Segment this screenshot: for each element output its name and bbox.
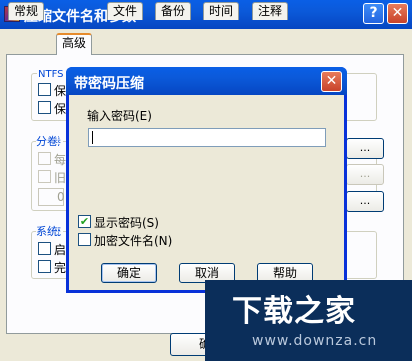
watermark-logo: 下载之家 [232,294,356,329]
tab-advanced[interactable]: 高级 [56,33,93,55]
volume-label-visible: 分卷 [36,133,58,149]
tab-general[interactable]: 常规 [8,2,45,20]
close-caption-button[interactable]: ✕ [387,3,408,24]
ntfs-option-checkbox-1[interactable] [38,83,51,96]
password-label: 输入密码(E) [87,109,152,123]
dialog-title: 带密码压缩 [74,76,144,92]
show-password-label: 显示密码(S) [94,216,159,230]
system-option-text-2: 完 [54,261,67,275]
tab-files[interactable]: 文件 [107,2,144,20]
system-option-text-1: 启 [54,243,67,257]
dialog-title-bar: 带密码压缩 ✕ [66,67,347,95]
text-caret [92,131,93,144]
system-option-checkbox-2[interactable] [38,260,51,273]
password-input[interactable] [88,128,326,147]
encrypt-filenames-checkbox[interactable] [78,233,91,246]
tab-comment[interactable]: 注释 [252,2,289,20]
volume-option-checkbox-1[interactable] [38,152,51,165]
ntfs-option-text-1: 保 [54,84,67,98]
ok-button[interactable]: 确定 [101,263,157,283]
encrypt-filenames-label: 加密文件名(N) [94,234,173,248]
show-password-checkbox[interactable]: ✔ [78,215,91,228]
help-caption-button[interactable]: ? [363,3,384,24]
dialog-close-button[interactable]: ✕ [321,71,342,92]
password-dialog: 带密码压缩 ✕ 输入密码(E) ✔ 显示密码(S) 加密文件名(N) 确定 取消… [66,67,347,293]
volume-option-text-1: 每 [54,153,67,167]
site-watermark: 下载之家 www.downza.cn [205,280,412,361]
side-button-1[interactable]: ... [346,138,384,159]
tab-time[interactable]: 时间 [203,2,240,20]
tab-backup[interactable]: 备份 [155,2,192,20]
volume-option-checkbox-2[interactable] [38,170,51,183]
ntfs-option-checkbox-2[interactable] [38,101,51,114]
system-label-visible: 系统 [36,223,58,239]
dialog-body: 输入密码(E) ✔ 显示密码(S) 加密文件名(N) 确定 取消 帮助 [69,95,344,290]
side-button-2[interactable]: ... [346,164,384,185]
volume-option-text-2: 旧 [54,171,67,185]
volume-size-value: 0 [57,190,65,204]
ntfs-option-text-2: 保 [54,102,67,116]
side-button-3[interactable]: ... [346,191,384,212]
watermark-url: www.downza.cn [252,333,378,349]
system-option-checkbox-1[interactable] [38,242,51,255]
